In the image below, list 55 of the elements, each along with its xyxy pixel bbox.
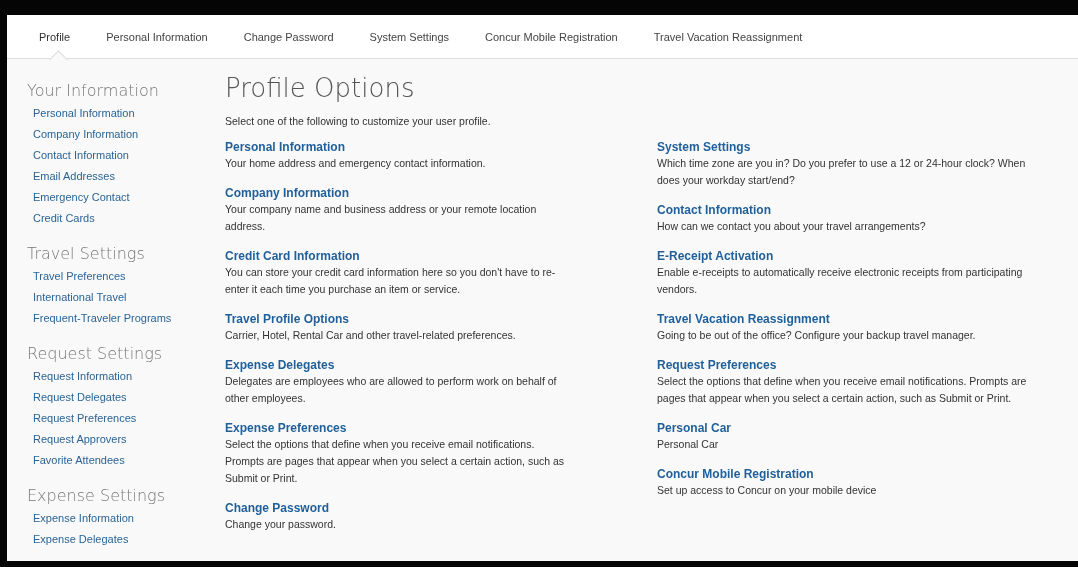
- sidebar-link[interactable]: Company Information: [33, 124, 139, 145]
- tab[interactable]: System Settings: [351, 15, 468, 58]
- sidebar-link[interactable]: Request Preferences: [33, 408, 137, 429]
- option-description: Set up access to Concur on your mobile device: [657, 483, 878, 498]
- sidebar-link[interactable]: Expense Delegates: [33, 529, 129, 550]
- sidebar-link[interactable]: Email Addresses: [33, 166, 115, 187]
- option-description: How can we contact you about your travel arrangements?: [657, 219, 927, 234]
- sidebar-link[interactable]: Request Information: [33, 366, 133, 387]
- option-description: You can store your credit card information here so you don't have to re-enter it each time you purchase an item or service.: [225, 265, 557, 297]
- sidebar-link[interactable]: Contact Information: [33, 145, 129, 166]
- option-description: Your home address and emergency contact information.: [225, 156, 487, 171]
- tab[interactable]: Change Password: [225, 15, 352, 58]
- option-link[interactable]: E-Receipt Activation: [657, 248, 774, 264]
- option-description: Carrier, Hotel, Rental Car and other travel-related preferences.: [225, 328, 517, 343]
- option-link[interactable]: Request Preferences: [657, 357, 777, 373]
- option-description: Your company name and business address or your remote location address.: [225, 202, 538, 234]
- option-link[interactable]: System Settings: [657, 139, 751, 155]
- option-link[interactable]: Travel Vacation Reassignment: [657, 311, 830, 327]
- option-link[interactable]: Company Information: [225, 185, 349, 201]
- sidebar-link[interactable]: Expense Information: [33, 508, 134, 529]
- option-link[interactable]: Expense Preferences: [225, 420, 347, 436]
- option-description: Personal Car: [657, 437, 720, 452]
- option-link[interactable]: Travel Profile Options: [225, 311, 350, 327]
- option-link[interactable]: Credit Card Information: [225, 248, 360, 264]
- sidebar-link[interactable]: Travel Preferences: [33, 266, 126, 287]
- option-description: Which time zone are you in? Do you prefer to use a 12 or 24-hour clock? When does your workday start/end?: [657, 156, 1027, 188]
- option-link[interactable]: Personal Car: [657, 420, 732, 436]
- sidebar-link[interactable]: International Travel: [33, 287, 127, 308]
- option-description: Enable e-receipts to automatically receive electronic receipts from participating vendors.: [657, 265, 1024, 297]
- sidebar-link[interactable]: Request Delegates: [33, 387, 127, 408]
- sidebar-heading: Request Settings: [27, 343, 164, 365]
- intro-text: Select one of the following to customize your user profile.: [225, 115, 491, 127]
- option-description: Select the options that define when you receive email notifications. Prompts are pages that appear when you select a certain action, such as Submit or Print.: [657, 374, 1028, 406]
- option-link[interactable]: Change Password: [225, 500, 330, 516]
- option-link[interactable]: Contact Information: [657, 202, 771, 218]
- option-description: Change your password.: [225, 517, 337, 532]
- option-link[interactable]: Personal Information: [225, 139, 346, 155]
- sidebar-link[interactable]: Credit Cards: [33, 208, 95, 229]
- sidebar-heading: Expense Settings: [27, 485, 167, 507]
- sidebar-heading: Your Information: [27, 80, 160, 102]
- tab[interactable]: Concur Mobile Registration: [467, 15, 636, 58]
- option-description: Going to be out of the office? Configure your backup travel manager.: [657, 328, 977, 343]
- option-link[interactable]: Concur Mobile Registration: [657, 466, 814, 482]
- sidebar-heading: Travel Settings: [27, 243, 146, 265]
- tab[interactable]: Personal Information: [88, 15, 226, 58]
- option-description: Select the options that define when you receive email notifications. Prompts are pages that appear when you select a certain action, such as Submit or Print.: [225, 437, 566, 486]
- sidebar-link[interactable]: Emergency Contact: [33, 187, 130, 208]
- sidebar-link[interactable]: Personal Information: [33, 103, 135, 124]
- tab[interactable]: Travel Vacation Reassignment: [635, 15, 821, 58]
- option-link[interactable]: Expense Delegates: [225, 357, 335, 373]
- sidebar-link[interactable]: Frequent-Traveler Programs: [33, 308, 172, 329]
- sidebar-link[interactable]: Request Approvers: [33, 429, 127, 450]
- option-description: Delegates are employees who are allowed to perform work on behalf of other employees.: [225, 374, 558, 406]
- page-title: Profile Options: [225, 73, 416, 103]
- sidebar-link[interactable]: Favorite Attendees: [33, 450, 125, 471]
